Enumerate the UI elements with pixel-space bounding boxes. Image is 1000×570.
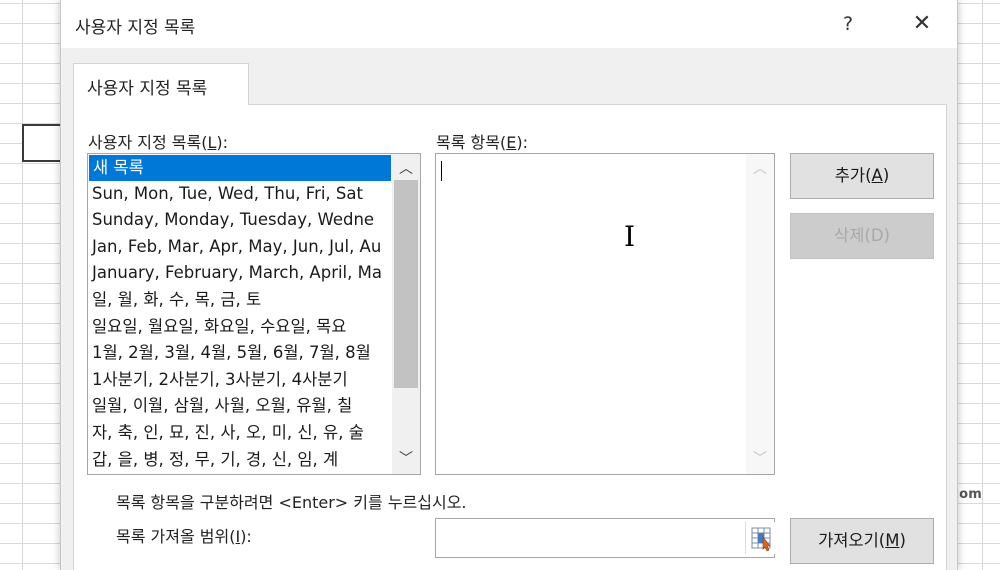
list-item[interactable]: Sunday, Monday, Tuesday, Wedne xyxy=(88,207,392,234)
import-button[interactable]: 가져오기(M) xyxy=(790,518,934,564)
scroll-up-icon[interactable]: ︿ xyxy=(746,158,774,180)
list-entries-label-text: 목록 항목( xyxy=(436,133,507,152)
custom-lists-label: 사용자 지정 목록(L): xyxy=(88,129,228,153)
dialog-title: 사용자 지정 목록 xyxy=(75,18,196,38)
list-entries-label: 목록 항목(E): xyxy=(436,129,528,153)
range-select-icon xyxy=(751,527,771,552)
add-button-key: A xyxy=(871,166,883,185)
list-item[interactable]: Jan, Feb, Mar, Apr, May, Jun, Jul, Au xyxy=(88,234,392,261)
import-button-end: ) xyxy=(899,531,906,550)
list-entries-label-key: E xyxy=(506,133,517,152)
delete-button-key: D xyxy=(870,226,884,245)
import-range-label-end: ): xyxy=(240,527,252,546)
add-button-text: 추가( xyxy=(834,166,872,185)
close-icon[interactable]: ✕ xyxy=(903,8,941,40)
import-range-label-text: 목록 가져올 범위( xyxy=(116,527,236,546)
list-item[interactable]: 자, 축, 인, 묘, 진, 사, 오, 미, 신, 유, 술 xyxy=(88,420,392,447)
import-button-key: M xyxy=(885,531,900,550)
list-item[interactable]: 일요일, 월요일, 화요일, 수요일, 목요 xyxy=(88,314,392,341)
active-cell[interactable] xyxy=(22,124,64,162)
add-button[interactable]: 추가(A) xyxy=(790,153,934,199)
range-selector-button[interactable] xyxy=(745,522,775,554)
import-range-label: 목록 가져올 범위(I): xyxy=(116,523,252,547)
text-caret xyxy=(441,161,442,181)
import-range-input[interactable] xyxy=(435,518,775,558)
delete-button-end: ) xyxy=(883,226,890,245)
list-item[interactable]: January, February, March, April, Ma xyxy=(88,260,392,287)
add-button-end: ) xyxy=(882,166,890,185)
ibeam-cursor-icon: I xyxy=(624,220,636,253)
enter-hint: 목록 항목을 구분하려면 <Enter> 키를 누르십시오. xyxy=(116,493,467,512)
list-scrollbar[interactable]: ︿ ﹀ xyxy=(392,154,420,474)
delete-button-text: 삭제( xyxy=(834,226,871,245)
custom-lists-label-text: 사용자 지정 목록( xyxy=(88,133,208,152)
title-bar: 사용자 지정 목록 ? ✕ xyxy=(61,0,957,48)
list-item[interactable]: 1사분기, 2사분기, 3사분기, 4사분기 xyxy=(88,367,392,394)
custom-lists-items: 새 목록 Sun, Mon, Tue, Wed, Thu, Fri, Sat S… xyxy=(88,154,392,474)
tab-custom-lists[interactable]: 사용자 지정 목록 xyxy=(73,63,249,105)
custom-lists-dialog: 사용자 지정 목록 ? ✕ 사용자 지정 목록 사용자 지정 목록(L): 새 … xyxy=(60,0,958,570)
list-item[interactable]: 일월, 이월, 삼월, 사월, 오월, 유월, 칠 xyxy=(88,393,392,420)
scroll-thumb[interactable] xyxy=(394,180,418,388)
list-item[interactable]: Sun, Mon, Tue, Wed, Thu, Fri, Sat xyxy=(88,181,392,208)
scroll-down-icon[interactable]: ﹀ xyxy=(746,448,774,470)
entries-scrollbar[interactable]: ︿ ﹀ xyxy=(746,154,774,474)
list-item[interactable]: 일, 월, 화, 수, 목, 금, 토 xyxy=(88,287,392,314)
custom-lists-label-end: ): xyxy=(216,133,229,152)
import-button-text: 가져오기( xyxy=(818,531,886,550)
list-item[interactable]: 1월, 2월, 3월, 4월, 5월, 6월, 7월, 8월 xyxy=(88,340,392,367)
list-entries-textarea[interactable]: I ︿ ﹀ xyxy=(435,153,775,475)
list-item[interactable]: 갑, 을, 병, 정, 무, 기, 경, 신, 임, 계 xyxy=(88,447,392,474)
scroll-up-icon[interactable]: ︿ xyxy=(392,158,420,180)
help-button[interactable]: ? xyxy=(831,8,865,40)
list-entries-label-end: ): xyxy=(516,133,528,152)
list-item-new-list[interactable]: 새 목록 xyxy=(89,155,391,181)
scroll-down-icon[interactable]: ﹀ xyxy=(392,448,420,470)
delete-button[interactable]: 삭제(D) xyxy=(790,213,934,259)
custom-lists-listbox[interactable]: 새 목록 Sun, Mon, Tue, Wed, Thu, Fri, Sat S… xyxy=(87,153,421,475)
